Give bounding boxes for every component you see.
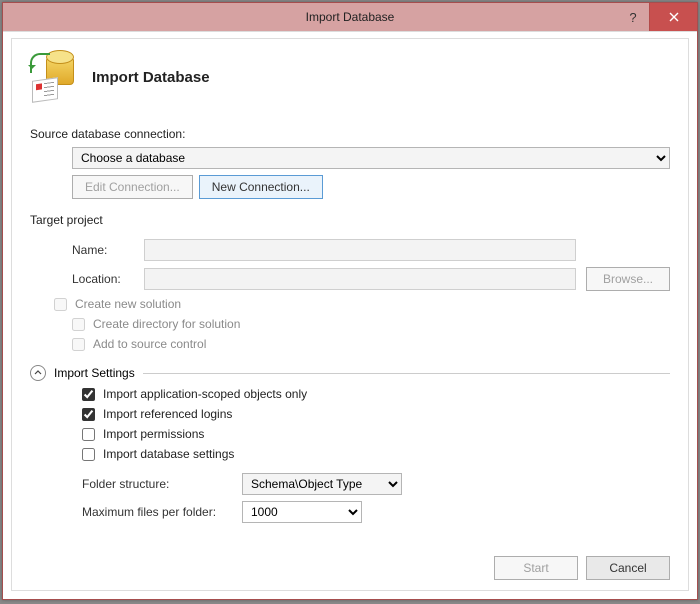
dialog-footer: Start Cancel: [30, 546, 670, 580]
create-solution-input[interactable]: [54, 298, 67, 311]
source-section: Choose a database Edit Connection... New…: [30, 147, 670, 199]
db-settings-input[interactable]: [82, 448, 95, 461]
app-scoped-checkbox[interactable]: Import application-scoped objects only: [82, 387, 670, 401]
target-section: Name: Location: Browse... Create new sol…: [30, 233, 670, 351]
folder-structure-label: Folder structure:: [82, 477, 232, 491]
connection-buttons-row: Edit Connection... New Connection...: [72, 175, 670, 199]
import-settings-header[interactable]: Import Settings: [30, 365, 670, 381]
titlebar: Import Database ?: [3, 3, 697, 31]
close-icon: [669, 12, 679, 22]
db-settings-label: Import database settings: [103, 447, 234, 461]
create-solution-checkbox[interactable]: Create new solution: [54, 297, 670, 311]
dialog-window: Import Database ? Import Database Source…: [2, 2, 698, 600]
location-label: Location:: [72, 272, 134, 286]
ref-logins-checkbox[interactable]: Import referenced logins: [82, 407, 670, 421]
permissions-checkbox[interactable]: Import permissions: [82, 427, 670, 441]
name-field[interactable]: [144, 239, 576, 261]
create-directory-input[interactable]: [72, 318, 85, 331]
folder-structure-row: Folder structure: Schema\Object Type: [82, 473, 670, 495]
dialog-header: Import Database: [30, 53, 670, 101]
dialog-body: Import Database Source database connecti…: [11, 38, 689, 591]
help-icon: ?: [629, 10, 636, 25]
create-solution-label: Create new solution: [75, 297, 181, 311]
add-source-control-input[interactable]: [72, 338, 85, 351]
permissions-input[interactable]: [82, 428, 95, 441]
new-connection-button[interactable]: New Connection...: [199, 175, 323, 199]
max-files-row: Maximum files per folder: 1000: [82, 501, 670, 523]
db-settings-checkbox[interactable]: Import database settings: [82, 447, 670, 461]
chevron-up-icon: [30, 365, 46, 381]
import-database-icon: [30, 53, 78, 101]
add-source-control-checkbox[interactable]: Add to source control: [72, 337, 670, 351]
location-row: Location: Browse...: [72, 267, 670, 291]
import-settings-section: Import application-scoped objects only I…: [30, 381, 670, 523]
create-directory-checkbox[interactable]: Create directory for solution: [72, 317, 670, 331]
help-button[interactable]: ?: [617, 3, 649, 31]
location-field[interactable]: [144, 268, 576, 290]
window-controls: ?: [617, 3, 697, 31]
browse-button[interactable]: Browse...: [586, 267, 670, 291]
window-title: Import Database: [306, 10, 395, 24]
target-section-label: Target project: [30, 213, 670, 227]
max-files-select[interactable]: 1000: [242, 501, 362, 523]
close-button[interactable]: [649, 3, 697, 31]
import-settings-label: Import Settings: [54, 366, 135, 380]
add-source-control-label: Add to source control: [93, 337, 206, 351]
cancel-button[interactable]: Cancel: [586, 556, 670, 580]
dialog-heading: Import Database: [92, 69, 210, 86]
permissions-label: Import permissions: [103, 427, 204, 441]
divider: [143, 373, 670, 374]
client-area: Import Database Source database connecti…: [3, 31, 697, 599]
name-label: Name:: [72, 243, 134, 257]
app-scoped-input[interactable]: [82, 388, 95, 401]
create-directory-label: Create directory for solution: [93, 317, 240, 331]
edit-connection-button[interactable]: Edit Connection...: [72, 175, 193, 199]
ref-logins-label: Import referenced logins: [103, 407, 232, 421]
name-row: Name:: [72, 239, 670, 261]
max-files-label: Maximum files per folder:: [82, 505, 232, 519]
source-section-label: Source database connection:: [30, 127, 670, 141]
ref-logins-input[interactable]: [82, 408, 95, 421]
database-select[interactable]: Choose a database: [72, 147, 670, 169]
app-scoped-label: Import application-scoped objects only: [103, 387, 307, 401]
folder-structure-select[interactable]: Schema\Object Type: [242, 473, 402, 495]
start-button[interactable]: Start: [494, 556, 578, 580]
